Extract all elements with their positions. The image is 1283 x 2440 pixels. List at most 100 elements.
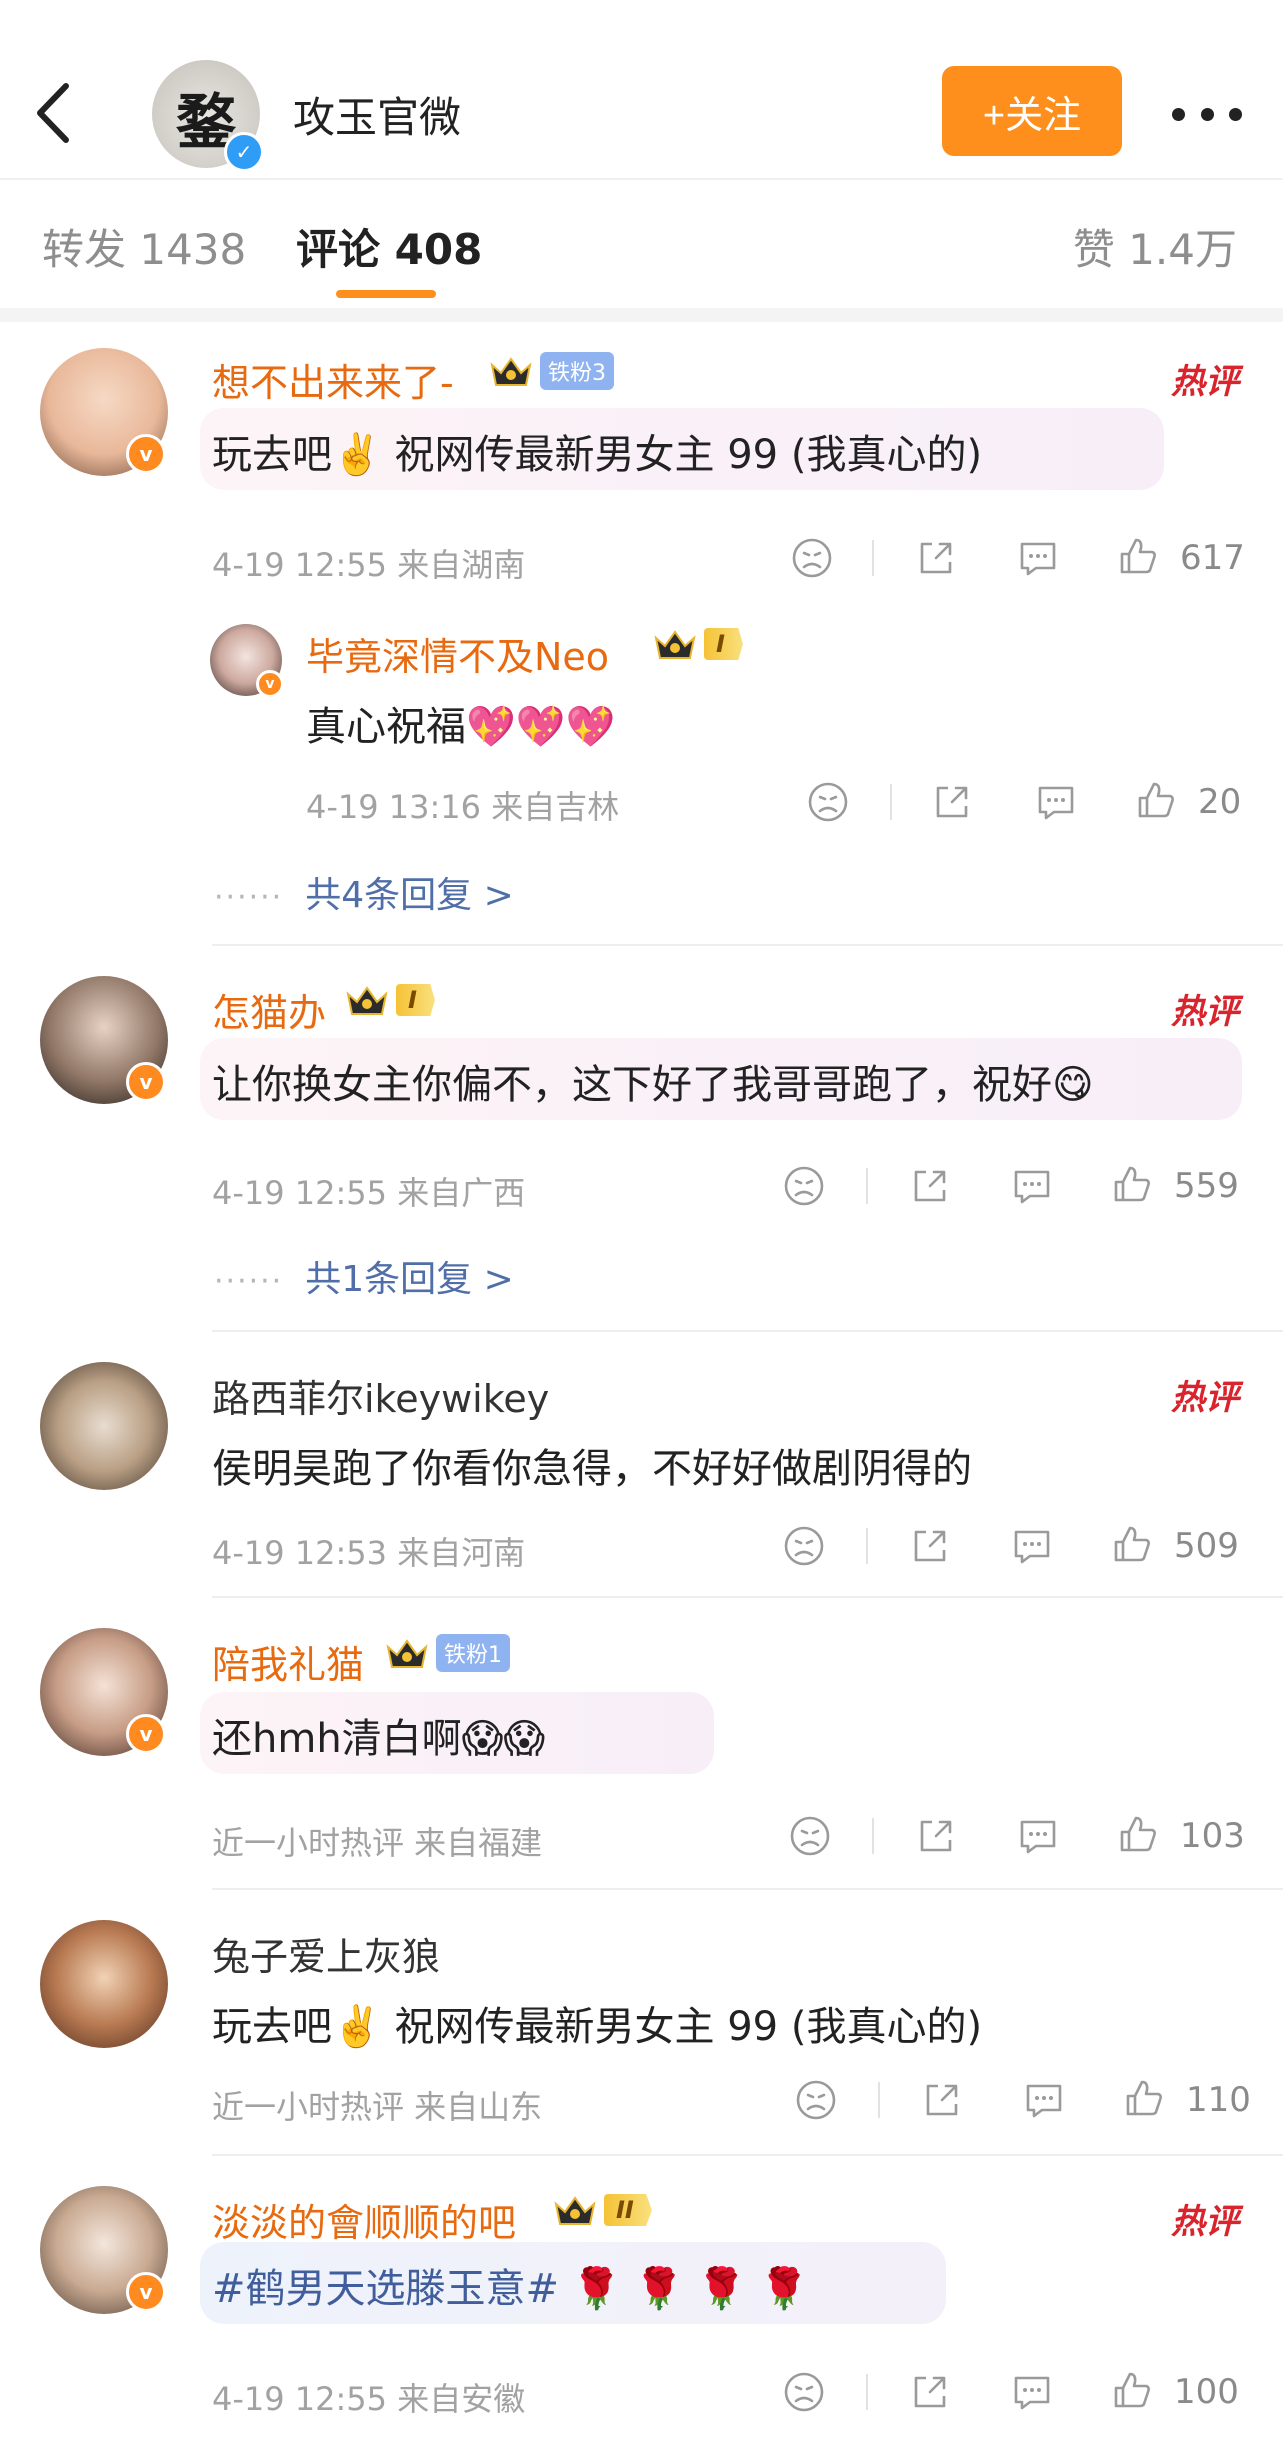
view-more-replies-link[interactable]: ······ 共1条回复 > xyxy=(214,1250,514,1302)
back-arrow-icon[interactable] xyxy=(30,78,80,148)
comment-text: 还hmh清白啊😱😱 xyxy=(212,1716,546,1762)
follow-button[interactable]: +关注 xyxy=(942,66,1122,156)
tab-comments[interactable]: 评论 408 xyxy=(296,216,482,277)
separator xyxy=(890,784,892,820)
more-replies-label: 共1条回复 > xyxy=(305,1259,514,1300)
fan-badge: 铁粉3 xyxy=(540,352,614,390)
comment-text: 玩去吧✌️ 祝网传最新男女主 99 (我真心的) xyxy=(212,432,983,478)
commenter-name[interactable]: 怎猫办 xyxy=(212,982,326,1037)
view-more-replies-link[interactable]: ······ 共4条回复 > xyxy=(214,866,514,918)
like-icon[interactable] xyxy=(1110,1162,1154,1206)
commenter-name[interactable]: 陪我礼猫 xyxy=(212,1634,364,1689)
tab-likes[interactable]: 赞 1.4万 xyxy=(1073,216,1237,277)
vip-badge-icon: v xyxy=(126,434,166,474)
user-badges: 铁粉1 xyxy=(384,1634,510,1672)
dislike-icon[interactable] xyxy=(806,780,850,824)
crown-icon xyxy=(552,2192,598,2228)
dislike-icon[interactable] xyxy=(794,2078,838,2122)
separator xyxy=(866,1168,868,1204)
dislike-icon[interactable] xyxy=(782,2370,826,2414)
tab-bar: 转发 1438 评论 408 赞 1.4万 xyxy=(0,180,1283,308)
reply-icon[interactable] xyxy=(1034,780,1078,824)
like-icon[interactable] xyxy=(1116,1812,1160,1856)
dislike-icon[interactable] xyxy=(790,536,834,580)
account-avatar[interactable]: 鍪 ✓ xyxy=(152,60,264,172)
like-count: 20 xyxy=(1198,782,1242,822)
dots-icon: ······ xyxy=(214,1264,284,1299)
comment-text: #鹤男天选滕玉意# 🌹 🌹 🌹 🌹 xyxy=(212,2266,810,2312)
account-name[interactable]: 攻玉官微 xyxy=(293,84,461,145)
share-icon[interactable] xyxy=(914,536,958,580)
hot-comment-badge: 热评 xyxy=(1171,992,1239,1032)
separator xyxy=(866,1528,868,1564)
divider xyxy=(212,1330,1283,1332)
avatar[interactable]: v xyxy=(40,2186,168,2314)
active-tab-indicator xyxy=(336,290,436,298)
share-icon[interactable] xyxy=(914,1814,958,1858)
user-badges: I xyxy=(344,982,435,1018)
comment-meta: 近一小时热评 来自福建 xyxy=(212,1824,543,1862)
like-count: 617 xyxy=(1180,538,1245,578)
like-count: 509 xyxy=(1174,1526,1239,1566)
level-badge: II xyxy=(604,2194,652,2226)
share-icon[interactable] xyxy=(908,1524,952,1568)
reply-meta: 4-19 13:16 来自吉林 xyxy=(306,788,620,826)
share-icon[interactable] xyxy=(908,1164,952,1208)
vip-badge-icon: v xyxy=(256,670,284,698)
top-bar: 鍪 ✓ 攻玉官微 +关注 xyxy=(0,0,1283,178)
hot-comment-badge: 热评 xyxy=(1171,362,1239,402)
dots-icon: ······ xyxy=(214,880,284,915)
reply-icon[interactable] xyxy=(1010,1524,1054,1568)
level-badge: I xyxy=(704,628,743,660)
reply-icon[interactable] xyxy=(1016,1814,1060,1858)
like-icon[interactable] xyxy=(1110,2368,1154,2412)
dislike-icon[interactable] xyxy=(788,1814,832,1858)
vip-badge-icon: v xyxy=(126,1714,166,1754)
crown-icon xyxy=(384,1635,430,1671)
like-count: 103 xyxy=(1180,1816,1245,1856)
like-icon[interactable] xyxy=(1122,2076,1166,2120)
comment-meta: 近一小时热评 来自山东 xyxy=(212,2088,543,2126)
verified-check-icon: ✓ xyxy=(224,132,264,172)
like-count: 100 xyxy=(1174,2372,1239,2412)
commenter-name[interactable]: 淡淡的會顺顺的吧 xyxy=(212,2192,516,2247)
like-icon[interactable] xyxy=(1116,534,1160,578)
reply-icon[interactable] xyxy=(1022,2078,1066,2122)
avatar[interactable] xyxy=(40,1920,168,2048)
avatar[interactable] xyxy=(40,1362,168,1490)
share-icon[interactable] xyxy=(920,2078,964,2122)
comment-text: 让你换女主你偏不，这下好了我哥哥跑了，祝好😋 xyxy=(212,1062,1094,1108)
more-options-icon[interactable] xyxy=(1172,108,1242,122)
avatar[interactable]: v xyxy=(40,348,168,476)
separator xyxy=(872,1818,874,1854)
share-icon[interactable] xyxy=(930,780,974,824)
like-icon[interactable] xyxy=(1134,778,1178,822)
like-icon[interactable] xyxy=(1110,1522,1154,1566)
user-badges: I xyxy=(652,626,743,662)
reply-name[interactable]: 毕竟深情不及Neo xyxy=(306,626,609,681)
vip-badge-icon: v xyxy=(126,1062,166,1102)
comment-text: 侯明昊跑了你看你急得，不好好做剧阴得的 xyxy=(212,1446,972,1492)
user-badges: II xyxy=(552,2192,652,2228)
separator xyxy=(872,540,874,576)
comment-text: 玩去吧✌️ 祝网传最新男女主 99 (我真心的) xyxy=(212,2004,983,2050)
commenter-name[interactable]: 兔子爱上灰狼 xyxy=(212,1926,440,1981)
reply-icon[interactable] xyxy=(1016,536,1060,580)
dislike-icon[interactable] xyxy=(782,1164,826,1208)
avatar[interactable]: v xyxy=(40,1628,168,1756)
reply-icon[interactable] xyxy=(1010,1164,1054,1208)
like-count: 110 xyxy=(1186,2080,1251,2120)
section-divider xyxy=(0,308,1283,322)
reply-avatar[interactable]: v xyxy=(210,624,284,698)
tab-reposts[interactable]: 转发 1438 xyxy=(42,216,246,277)
crown-icon xyxy=(652,626,698,662)
commenter-name[interactable]: 想不出来来了- xyxy=(212,352,454,407)
crown-icon xyxy=(344,982,390,1018)
avatar[interactable]: v xyxy=(40,976,168,1104)
share-icon[interactable] xyxy=(908,2370,952,2414)
commenter-name[interactable]: 路西菲尔ikeywikey xyxy=(212,1368,549,1423)
reply-icon[interactable] xyxy=(1010,2370,1054,2414)
divider xyxy=(212,1888,1283,1890)
dislike-icon[interactable] xyxy=(782,1524,826,1568)
vip-badge-icon: v xyxy=(126,2272,166,2312)
